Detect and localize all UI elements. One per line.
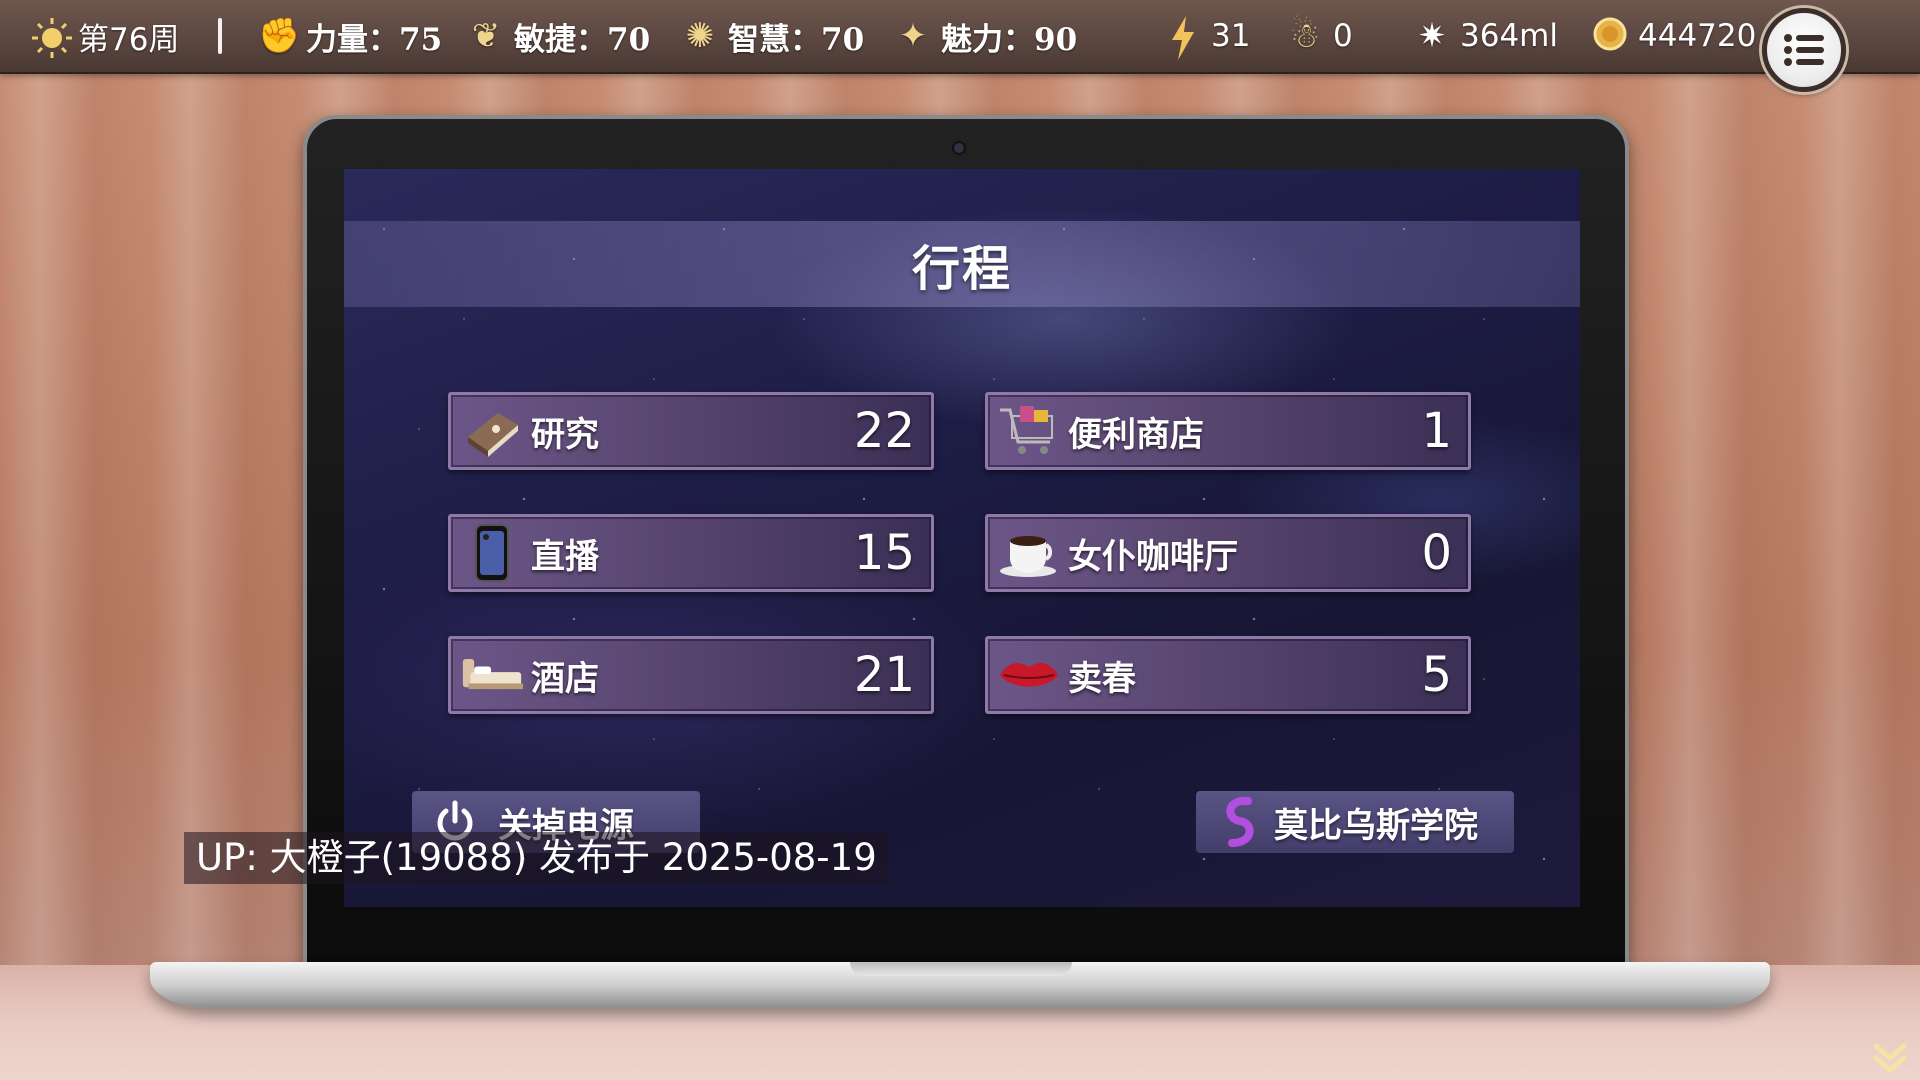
gold-stat: 444720 bbox=[1590, 0, 1756, 72]
schedule-item-count: 15 bbox=[853, 525, 915, 581]
schedule-item-count: 1 bbox=[1421, 403, 1452, 459]
coffee-cup-icon bbox=[998, 522, 1060, 584]
divider bbox=[218, 18, 222, 54]
schedule-item-maid-cafe[interactable]: 女仆咖啡厅 0 bbox=[985, 514, 1471, 592]
strength-stat: ✊ 力量：75 bbox=[258, 0, 442, 72]
person-icon: ☃ bbox=[1289, 16, 1321, 56]
agility-stat: ❦ 敏捷：70 bbox=[466, 0, 650, 72]
followers-value: 0 bbox=[1333, 18, 1353, 54]
schedule-item-label: 女仆咖啡厅 bbox=[1068, 536, 1238, 577]
laptop-screen: 行程 研究 22 便利商店 1 直播 15 女仆咖啡厅 0 酒店 21 卖春 5… bbox=[344, 169, 1580, 907]
fist-icon: ✊ bbox=[258, 16, 301, 56]
schedule-item-label: 直播 bbox=[531, 536, 599, 577]
week-label: 第76周 bbox=[78, 21, 180, 58]
laptop-notch bbox=[850, 962, 1072, 976]
gold-value: 444720 bbox=[1638, 18, 1757, 54]
schedule-title-band: 行程 bbox=[344, 221, 1580, 307]
fluid-stat: ✷ 364ml bbox=[1412, 0, 1558, 72]
menu-button[interactable] bbox=[1762, 8, 1846, 92]
energy-stat: 31 bbox=[1163, 0, 1250, 72]
lips-icon bbox=[998, 644, 1060, 706]
schedule-item-count: 5 bbox=[1421, 647, 1452, 703]
wisdom-stat: ✺ 智慧：70 bbox=[680, 0, 864, 72]
schedule-item-label: 便利商店 bbox=[1068, 414, 1204, 455]
schedule-item-count: 21 bbox=[853, 647, 915, 703]
bed-icon bbox=[461, 644, 523, 706]
smartphone-icon bbox=[461, 522, 523, 584]
status-bar: 第76周 ✊ 力量：75 ❦ 敏捷：70 ✺ 智慧：70 ✦ 魅力：90 31 … bbox=[0, 0, 1920, 92]
laptop-camera bbox=[954, 143, 964, 153]
schedule-item-livestream[interactable]: 直播 15 bbox=[448, 514, 934, 592]
strength-value: 力量：75 bbox=[306, 21, 443, 58]
schedule-item-prostitution[interactable]: 卖春 5 bbox=[985, 636, 1471, 714]
energy-value: 31 bbox=[1211, 18, 1251, 54]
schedule-item-label: 酒店 bbox=[531, 658, 599, 699]
week-stat: 第76周 bbox=[30, 0, 179, 72]
agility-value: 敏捷：70 bbox=[514, 21, 651, 58]
fluid-value: 364ml bbox=[1460, 18, 1558, 54]
schedule-item-convenience-store[interactable]: 便利商店 1 bbox=[985, 392, 1471, 470]
schedule-item-hotel[interactable]: 酒店 21 bbox=[448, 636, 934, 714]
shopping-cart-icon bbox=[998, 400, 1060, 462]
schedule-title: 行程 bbox=[911, 241, 1012, 297]
charm-value: 魅力：90 bbox=[941, 21, 1078, 58]
followers-stat: ☃ 0 bbox=[1285, 0, 1353, 72]
schedule-item-research[interactable]: 研究 22 bbox=[448, 392, 934, 470]
sparkle-icon: ✦ bbox=[898, 16, 928, 56]
schedule-item-count: 0 bbox=[1421, 525, 1452, 581]
schedule-item-label: 卖春 bbox=[1068, 658, 1136, 699]
burst-icon: ✷ bbox=[1417, 16, 1447, 56]
mobius-logo-icon bbox=[1226, 796, 1254, 847]
list-menu-icon bbox=[1784, 34, 1824, 66]
coin-icon bbox=[1590, 16, 1630, 56]
book-icon bbox=[461, 400, 523, 462]
lightning-icon bbox=[1163, 16, 1203, 60]
schedule-item-label: 研究 bbox=[531, 414, 599, 455]
charm-stat: ✦ 魅力：90 bbox=[893, 0, 1077, 72]
academy-label: 莫比乌斯学院 bbox=[1274, 805, 1478, 846]
double-chevron-down-icon[interactable] bbox=[1870, 1036, 1910, 1076]
wisdom-value: 智慧：70 bbox=[728, 21, 865, 58]
mobius-academy-button[interactable]: 莫比乌斯学院 bbox=[1196, 791, 1514, 853]
uploader-watermark: UP: 大橙子(19088) 发布于 2025-08-19 bbox=[184, 832, 889, 884]
lightbulb-icon: ✺ bbox=[685, 16, 715, 56]
sun-icon bbox=[30, 16, 72, 58]
wing-icon: ❦ bbox=[471, 16, 501, 56]
schedule-item-count: 22 bbox=[853, 403, 915, 459]
